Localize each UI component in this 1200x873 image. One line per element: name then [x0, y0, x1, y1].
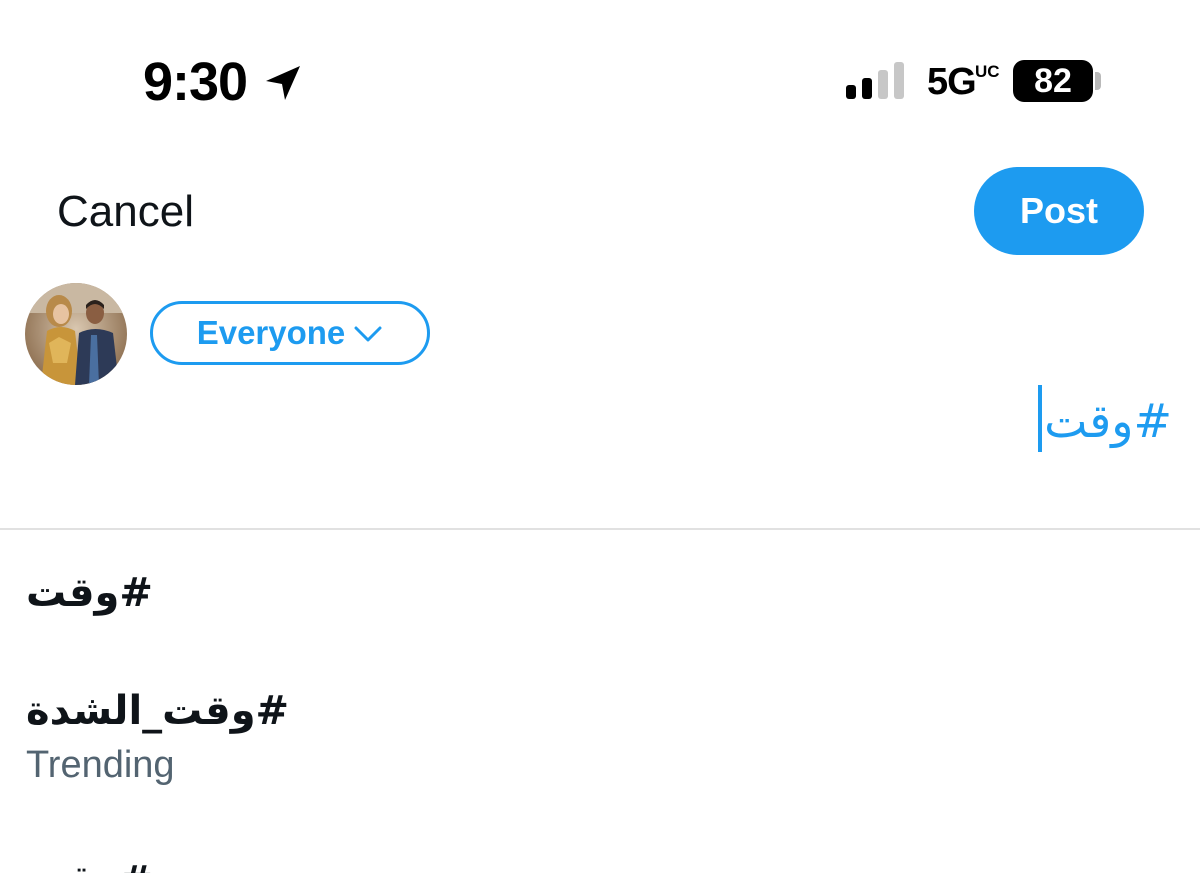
hashtag-suggestion[interactable]: #وقت: [0, 560, 1200, 630]
hashtag-suggestion[interactable]: #وقت_الشدة Trending: [0, 680, 1200, 800]
text-cursor: [1038, 385, 1042, 452]
battery-level: 82: [1013, 60, 1093, 102]
user-avatar-icon: [25, 283, 127, 385]
cancel-button[interactable]: Cancel: [57, 184, 194, 240]
audience-selector[interactable]: Everyone: [150, 301, 430, 365]
trending-label: Trending: [26, 744, 175, 786]
audience-label: Everyone: [196, 314, 346, 351]
post-button[interactable]: Post: [974, 167, 1144, 255]
network-superscript: UC: [975, 62, 1000, 81]
chevron-down-icon: [354, 326, 382, 342]
status-bar: 9:30 5G UC 82: [0, 0, 1200, 140]
status-time: 9:30: [143, 52, 248, 112]
avatar[interactable]: [25, 283, 127, 385]
hashtag-text: #وقت_الشدة: [26, 688, 290, 734]
divider: [0, 528, 1200, 530]
hashtag-text: #وقت: [26, 856, 153, 873]
compose-text-input[interactable]: #وقت: [1044, 389, 1172, 453]
hashtag-text: #وقت: [26, 570, 153, 616]
location-arrow-icon: [266, 66, 300, 100]
network-type: 5G: [927, 61, 977, 103]
signal-strength-icon: [846, 62, 904, 99]
compose-post-screen: 9:30 5G UC 82 Cancel Post Everyone #وقت …: [0, 0, 1200, 873]
hashtag-suggestion[interactable]: #وقت: [0, 850, 1200, 873]
battery-cap-icon: [1095, 72, 1101, 90]
